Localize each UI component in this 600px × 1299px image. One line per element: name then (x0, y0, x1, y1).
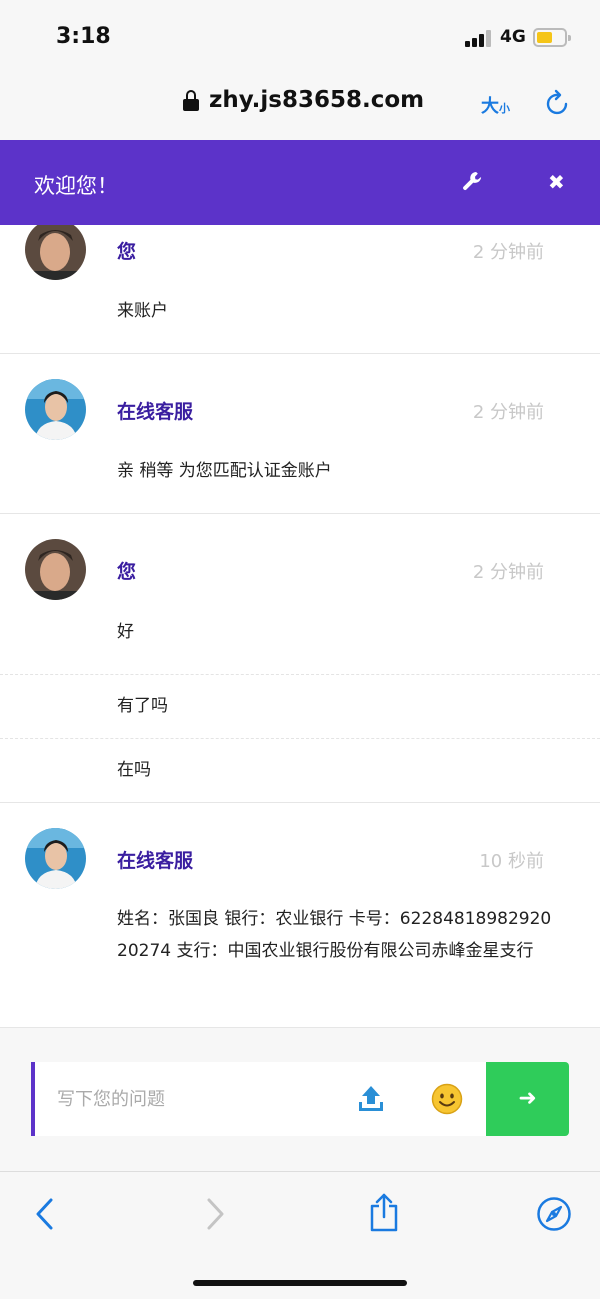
close-icon[interactable]: ✖ (548, 170, 565, 194)
back-icon[interactable] (34, 1197, 54, 1231)
message-time: 2 分钟前 (472, 402, 544, 423)
message-text: 姓名：张国良 银行：农业银行 卡号：6228481898292020274 支行… (117, 909, 552, 961)
upload-icon[interactable] (357, 1084, 385, 1114)
signal-icon (465, 30, 495, 47)
sender-name: 您 (117, 241, 137, 263)
browser-toolbar (0, 1172, 600, 1299)
message-text: 来账户 (117, 301, 168, 321)
message-text: 有了吗 (117, 696, 168, 716)
message-text: 在吗 (117, 760, 151, 780)
text-size-small-label: 小 (499, 102, 510, 115)
message-group: 在线客服 10 秒前 姓名：张国良 银行：农业银行 卡号：62284818982… (0, 803, 600, 1028)
message-group: 您 2 分钟前 好 有了吗 在吗 (0, 514, 600, 803)
avatar (25, 225, 86, 280)
message-list[interactable]: 您 2 分钟前 来账户 在线客服 2 分钟前 亲 稍等 为您匹配认证金账户 您 … (0, 225, 600, 1028)
composer: ➜ (0, 1028, 600, 1172)
message-text: 好 (117, 622, 134, 642)
sender-name: 在线客服 (117, 850, 194, 872)
wrench-icon[interactable] (461, 170, 485, 194)
avatar (25, 539, 86, 600)
emoji-icon[interactable] (431, 1083, 463, 1115)
send-button[interactable]: ➜ (486, 1062, 569, 1136)
chat-header: 欢迎您！ ✖ (0, 140, 600, 225)
forward-icon (207, 1198, 224, 1230)
home-indicator (193, 1280, 407, 1286)
message-group: 在线客服 2 分钟前 亲 稍等 为您匹配认证金账户 (0, 354, 600, 514)
lock-icon (183, 90, 199, 111)
network-label: 4G (500, 27, 526, 47)
reload-icon[interactable] (545, 88, 571, 116)
message-input[interactable] (57, 1080, 347, 1118)
message-time: 2 分钟前 (472, 562, 544, 583)
url-text[interactable]: zhy.js83658.com (209, 87, 424, 113)
message-divider (0, 738, 600, 739)
battery-icon (533, 28, 571, 47)
sender-name: 您 (117, 561, 137, 583)
message-group: 您 2 分钟前 来账户 (0, 225, 600, 354)
status-bar: 3:18 4G (0, 0, 600, 72)
compass-icon[interactable] (536, 1196, 572, 1232)
avatar (25, 379, 86, 440)
share-icon[interactable] (368, 1192, 400, 1232)
text-size-button[interactable]: 大小 (481, 92, 510, 118)
sender-name: 在线客服 (117, 401, 194, 423)
status-time: 3:18 (56, 24, 111, 49)
text-size-big-label: 大 (481, 96, 499, 117)
message-text: 亲 稍等 为您匹配认证金账户 (117, 461, 332, 481)
message-time: 2 分钟前 (472, 242, 544, 263)
chat-title: 欢迎您！ (34, 174, 118, 198)
message-time: 10 秒前 (479, 851, 544, 872)
address-bar[interactable]: zhy.js83658.com 大小 (0, 72, 600, 140)
message-divider (0, 674, 600, 675)
message-input-box (31, 1062, 486, 1136)
avatar (25, 828, 86, 889)
